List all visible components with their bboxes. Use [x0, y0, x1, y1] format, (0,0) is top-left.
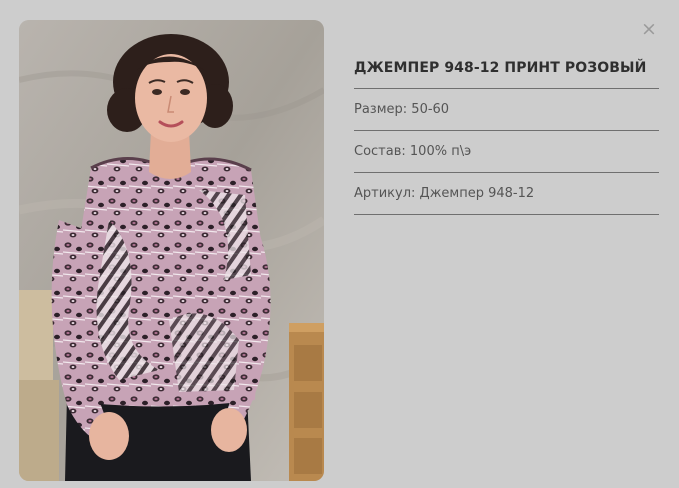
article-value: Джемпер 948-12 — [419, 186, 535, 201]
composition-label: Состав: — [354, 144, 410, 159]
composition-value: 100% п\э — [409, 144, 472, 159]
article-row: Артикул: Джемпер 948-12 — [354, 173, 659, 215]
close-icon: × — [641, 18, 657, 40]
size-label: Размер: — [354, 102, 412, 117]
composition-row: Состав: 100% п\э — [354, 131, 659, 173]
size-row: Размер: 50-60 — [354, 89, 659, 131]
product-photo — [19, 20, 324, 481]
product-quick-view-modal: × ДЖЕМПЕР 948-12 ПРИНТ РОЗОВЫЙ Размер: 5… — [0, 0, 679, 488]
article-label: Артикул: — [354, 186, 420, 201]
size-value: 50-60 — [411, 102, 450, 117]
model-photo-illustration — [19, 20, 324, 481]
product-title: ДЖЕМПЕР 948-12 ПРИНТ РОЗОВЫЙ — [354, 48, 659, 89]
close-button[interactable]: × — [640, 18, 658, 40]
product-details: ДЖЕМПЕР 948-12 ПРИНТ РОЗОВЫЙ Размер: 50-… — [354, 48, 659, 215]
